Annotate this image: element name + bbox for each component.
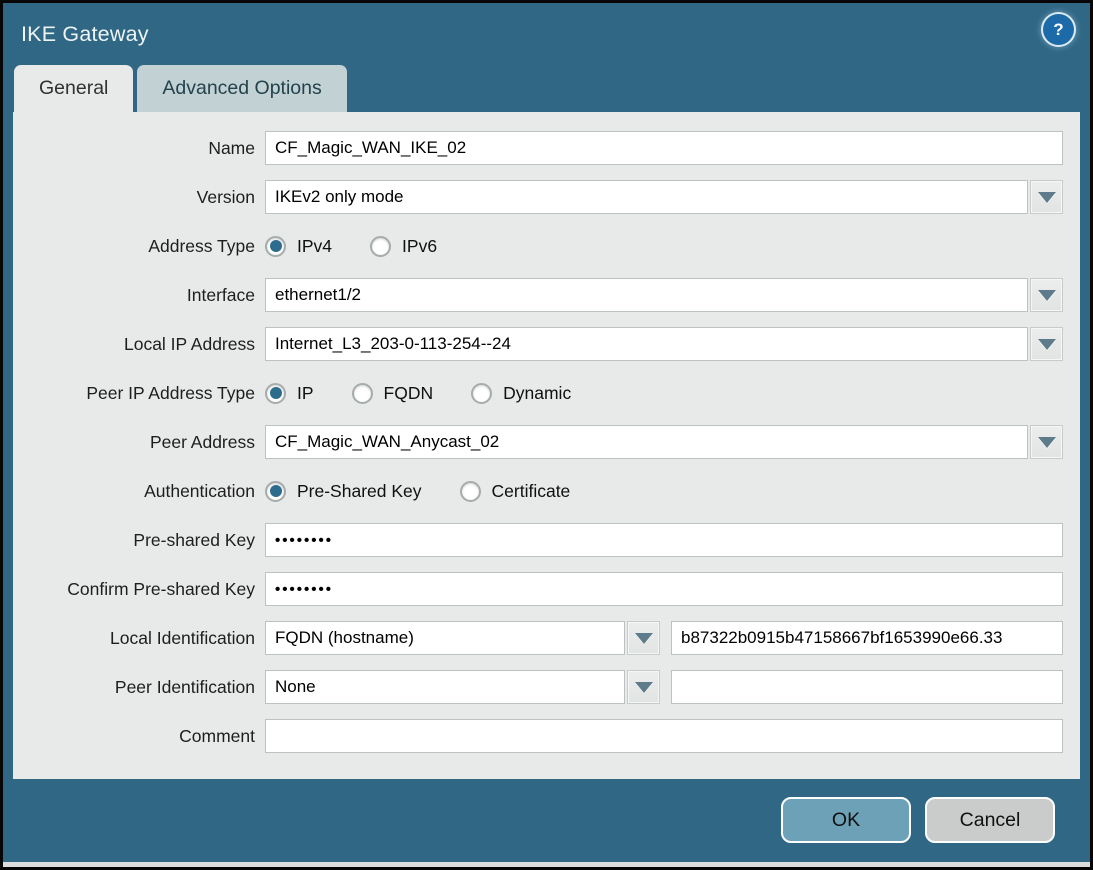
name-input[interactable] bbox=[265, 131, 1063, 165]
comment-row: Comment bbox=[13, 719, 1080, 753]
version-row: Version bbox=[13, 180, 1080, 214]
chevron-down-icon bbox=[1038, 290, 1056, 301]
peer-identification-dropdown-button[interactable] bbox=[627, 670, 660, 704]
interface-label: Interface bbox=[13, 285, 255, 306]
pre-shared-key-input[interactable] bbox=[265, 523, 1063, 557]
peer-address-dropdown-button[interactable] bbox=[1030, 425, 1063, 459]
local-ip-address-select[interactable] bbox=[265, 327, 1028, 361]
peer-address-select[interactable] bbox=[265, 425, 1028, 459]
comment-label: Comment bbox=[13, 726, 255, 747]
local-identification-type-select[interactable] bbox=[265, 621, 625, 655]
local-identification-value-input[interactable] bbox=[671, 621, 1063, 655]
version-label: Version bbox=[13, 187, 255, 208]
radio-icon bbox=[460, 481, 481, 502]
bottom-edge-strip bbox=[3, 862, 1090, 867]
local-ip-address-label: Local IP Address bbox=[13, 334, 255, 355]
radio-pre-shared-key[interactable]: Pre-Shared Key bbox=[265, 481, 422, 502]
peer-address-row: Peer Address bbox=[13, 425, 1080, 459]
interface-row: Interface bbox=[13, 278, 1080, 312]
confirm-pre-shared-key-input[interactable] bbox=[265, 572, 1063, 606]
peer-address-label: Peer Address bbox=[13, 432, 255, 453]
peer-identification-row: Peer Identification bbox=[13, 670, 1080, 704]
interface-select[interactable] bbox=[265, 278, 1028, 312]
peer-ip-address-type-label: Peer IP Address Type bbox=[13, 383, 255, 404]
radio-dynamic[interactable]: Dynamic bbox=[471, 383, 571, 404]
authentication-label: Authentication bbox=[13, 481, 255, 502]
radio-ipv6[interactable]: IPv6 bbox=[370, 236, 437, 257]
local-identification-label: Local Identification bbox=[13, 628, 255, 649]
peer-identification-type-select[interactable] bbox=[265, 670, 625, 704]
radio-fqdn[interactable]: FQDN bbox=[352, 383, 434, 404]
peer-identification-value-input[interactable] bbox=[671, 670, 1063, 704]
chevron-down-icon bbox=[635, 682, 653, 693]
cancel-button[interactable]: Cancel bbox=[925, 797, 1055, 843]
dialog-title: IKE Gateway bbox=[21, 22, 149, 47]
confirm-pre-shared-key-row: Confirm Pre-shared Key bbox=[13, 572, 1080, 606]
name-label: Name bbox=[13, 138, 255, 159]
radio-icon bbox=[352, 383, 373, 404]
version-select[interactable] bbox=[265, 180, 1028, 214]
radio-icon bbox=[265, 481, 286, 502]
chevron-down-icon bbox=[1038, 339, 1056, 350]
comment-input[interactable] bbox=[265, 719, 1063, 753]
ike-gateway-dialog: IKE Gateway ? General Advanced Options N… bbox=[0, 0, 1093, 870]
local-identification-row: Local Identification bbox=[13, 621, 1080, 655]
radio-ip[interactable]: IP bbox=[265, 383, 314, 404]
chevron-down-icon bbox=[1038, 437, 1056, 448]
radio-icon bbox=[265, 383, 286, 404]
version-dropdown-button[interactable] bbox=[1030, 180, 1063, 214]
local-ip-address-dropdown-button[interactable] bbox=[1030, 327, 1063, 361]
radio-icon bbox=[370, 236, 391, 257]
local-ip-address-row: Local IP Address bbox=[13, 327, 1080, 361]
chevron-down-icon bbox=[1038, 192, 1056, 203]
ok-button[interactable]: OK bbox=[781, 797, 911, 843]
help-icon[interactable]: ? bbox=[1043, 14, 1074, 45]
radio-icon bbox=[471, 383, 492, 404]
help-icon-glyph: ? bbox=[1053, 20, 1063, 40]
radio-icon bbox=[265, 236, 286, 257]
general-tab-panel: Name Version Address Type bbox=[13, 112, 1080, 779]
title-bar: IKE Gateway ? bbox=[3, 3, 1090, 65]
confirm-pre-shared-key-label: Confirm Pre-shared Key bbox=[13, 579, 255, 600]
tab-advanced-options[interactable]: Advanced Options bbox=[137, 65, 346, 112]
radio-certificate[interactable]: Certificate bbox=[460, 481, 571, 502]
authentication-row: Authentication Pre-Shared Key Certificat… bbox=[13, 474, 1080, 508]
tab-bar: General Advanced Options bbox=[3, 65, 1090, 112]
dialog-footer: OK Cancel bbox=[3, 779, 1090, 843]
interface-dropdown-button[interactable] bbox=[1030, 278, 1063, 312]
name-row: Name bbox=[13, 131, 1080, 165]
pre-shared-key-row: Pre-shared Key bbox=[13, 523, 1080, 557]
radio-ipv4[interactable]: IPv4 bbox=[265, 236, 332, 257]
address-type-label: Address Type bbox=[13, 236, 255, 257]
peer-ip-address-type-row: Peer IP Address Type IP FQDN Dynamic bbox=[13, 376, 1080, 410]
address-type-row: Address Type IPv4 IPv6 bbox=[13, 229, 1080, 263]
chevron-down-icon bbox=[635, 633, 653, 644]
local-identification-dropdown-button[interactable] bbox=[627, 621, 660, 655]
pre-shared-key-label: Pre-shared Key bbox=[13, 530, 255, 551]
peer-identification-label: Peer Identification bbox=[13, 677, 255, 698]
tab-general[interactable]: General bbox=[14, 65, 133, 112]
